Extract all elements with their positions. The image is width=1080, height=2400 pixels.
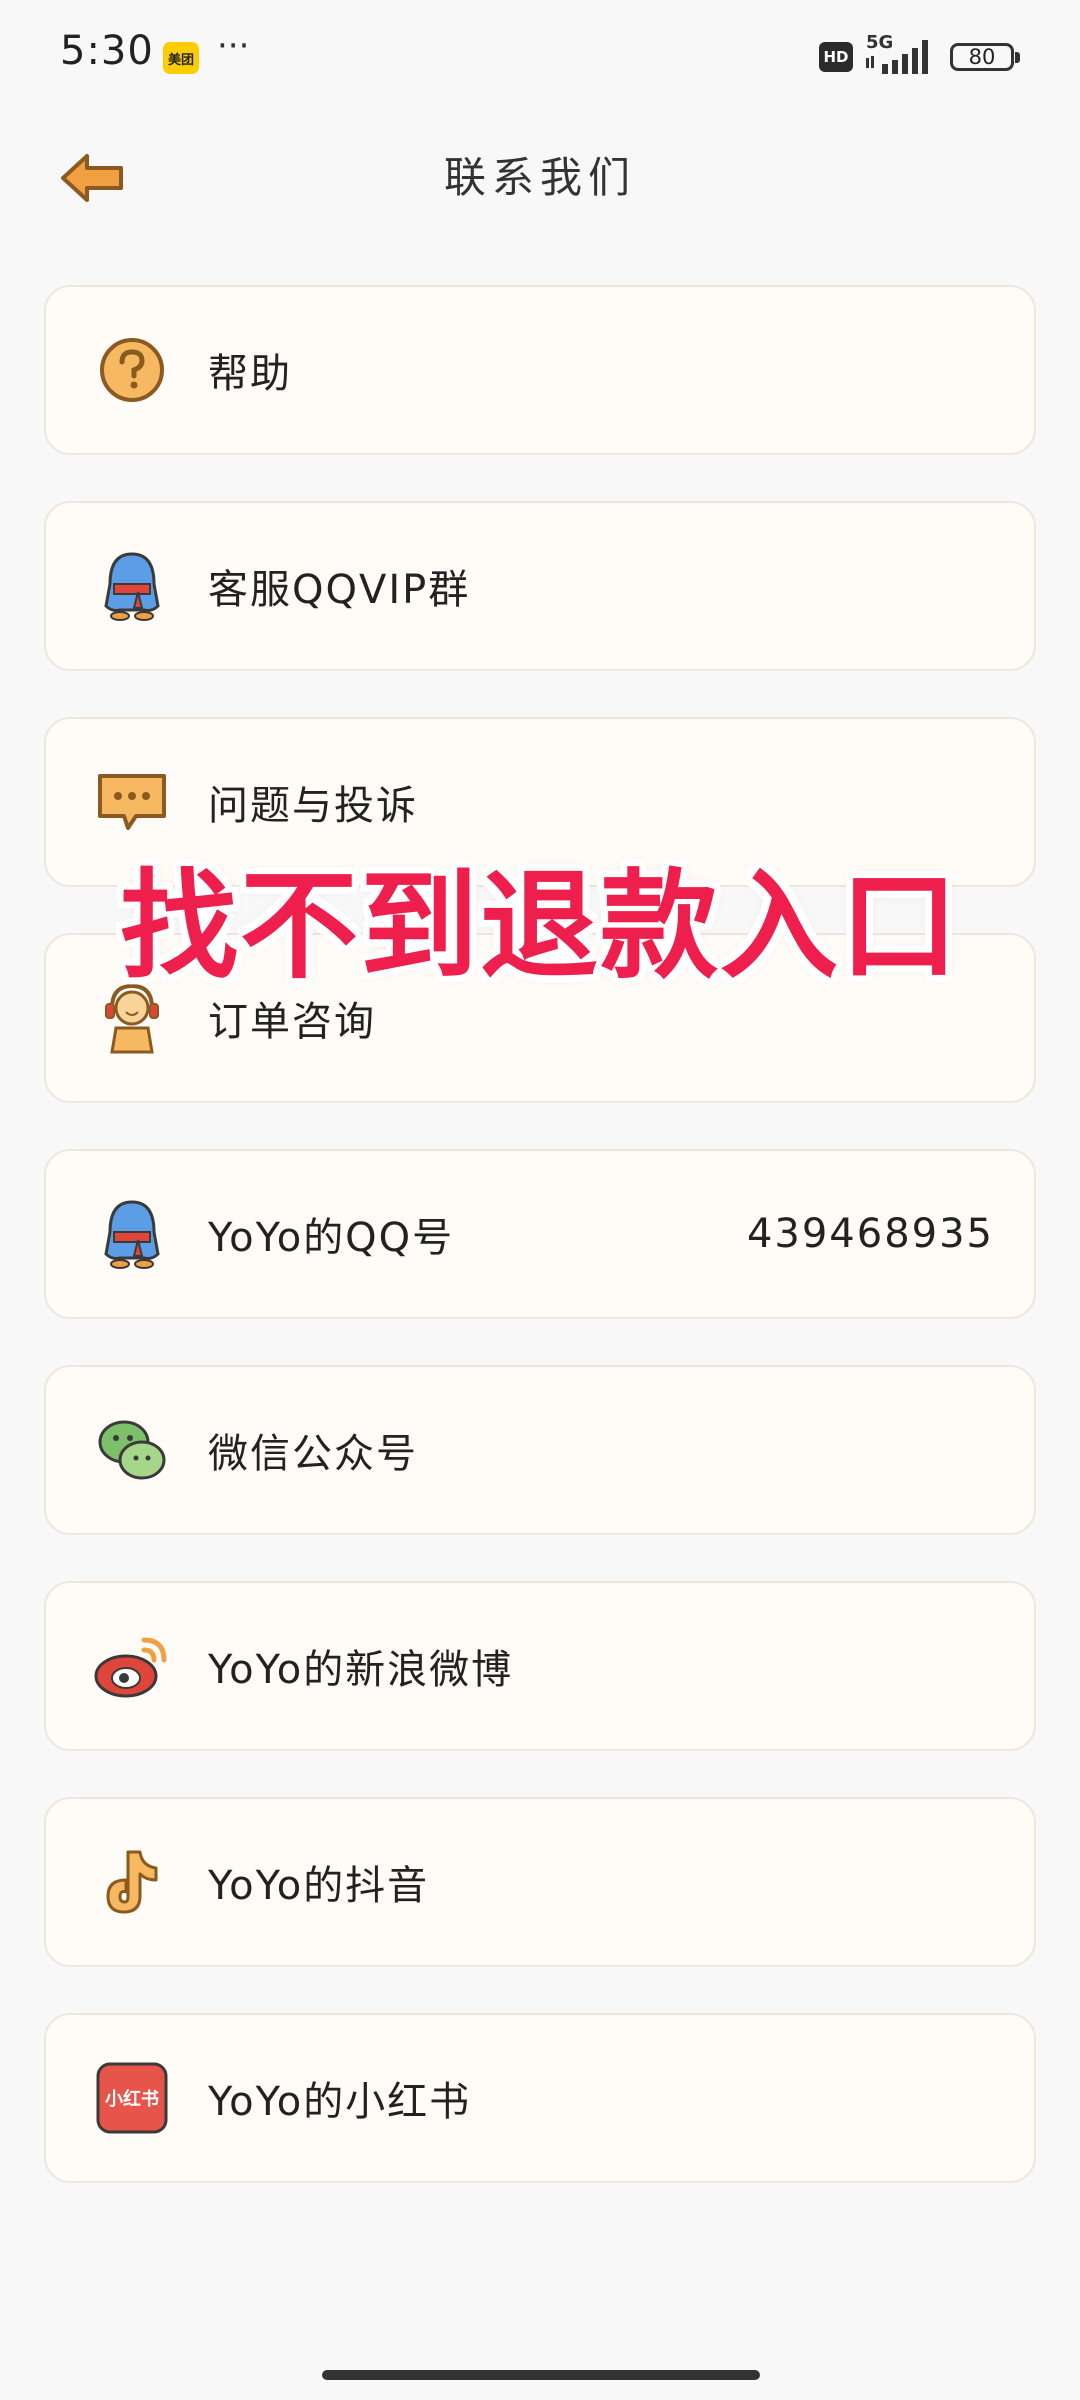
- item-label: YoYo的新浪微博: [208, 1647, 514, 1693]
- meituan-app-badge-icon: 美团: [163, 42, 199, 74]
- list-item-weibo[interactable]: YoYo的新浪微博: [44, 1581, 1036, 1751]
- list-item-qq-vip-group[interactable]: 客服QQVIP群: [44, 501, 1036, 671]
- list-item-xiaohongshu[interactable]: 小红书 YoYo的小红书: [44, 2013, 1036, 2183]
- xiaohongshu-icon: 小红书: [96, 2062, 168, 2134]
- xiaohongshu-icon-text: 小红书: [105, 2088, 159, 2110]
- signal-5g-icon: 5G: [866, 32, 928, 74]
- network-label: 5G: [866, 32, 893, 53]
- douyin-icon: [106, 1850, 158, 1914]
- item-label: 帮助: [208, 351, 292, 397]
- more-notifications-icon: ···: [217, 26, 250, 66]
- status-time: 5:30: [60, 28, 154, 74]
- help-icon: [100, 338, 164, 402]
- qq-number-value: 439468935: [746, 1211, 994, 1257]
- item-label: YoYo的小红书: [208, 2079, 472, 2125]
- battery-icon: 80: [950, 43, 1014, 71]
- item-label: 问题与投诉: [208, 783, 418, 829]
- weibo-icon: [94, 1637, 167, 1698]
- page-title: 联系我们: [443, 153, 636, 202]
- home-indicator[interactable]: [322, 2370, 760, 2380]
- item-label: 客服QQVIP群: [208, 567, 471, 613]
- qq-penguin-icon: [104, 1200, 160, 1269]
- battery-tip: [1015, 52, 1020, 63]
- qq-penguin-icon: [104, 552, 160, 621]
- wechat-icon: [98, 1420, 166, 1480]
- status-bar: 5:30 美团 ··· HD 5G 80: [0, 0, 1080, 120]
- list-item-douyin[interactable]: YoYo的抖音: [44, 1797, 1036, 1967]
- header: 联系我们: [0, 120, 1080, 230]
- item-label: YoYo的QQ号: [208, 1215, 455, 1261]
- list-item-help[interactable]: 帮助: [44, 285, 1036, 455]
- item-label: 微信公众号: [208, 1431, 418, 1477]
- item-label: YoYo的抖音: [208, 1863, 430, 1909]
- contact-list: 帮助 客服QQVIP群 问题与投诉 订单咨询 YoYo的QQ号 43946893…: [44, 285, 1036, 2229]
- hd-indicator-icon: HD: [819, 42, 853, 72]
- list-item-wechat-official[interactable]: 微信公众号: [44, 1365, 1036, 1535]
- overlay-caption: 找不到退款入口: [119, 857, 960, 995]
- list-item-qq-number[interactable]: YoYo的QQ号 439468935: [44, 1149, 1036, 1319]
